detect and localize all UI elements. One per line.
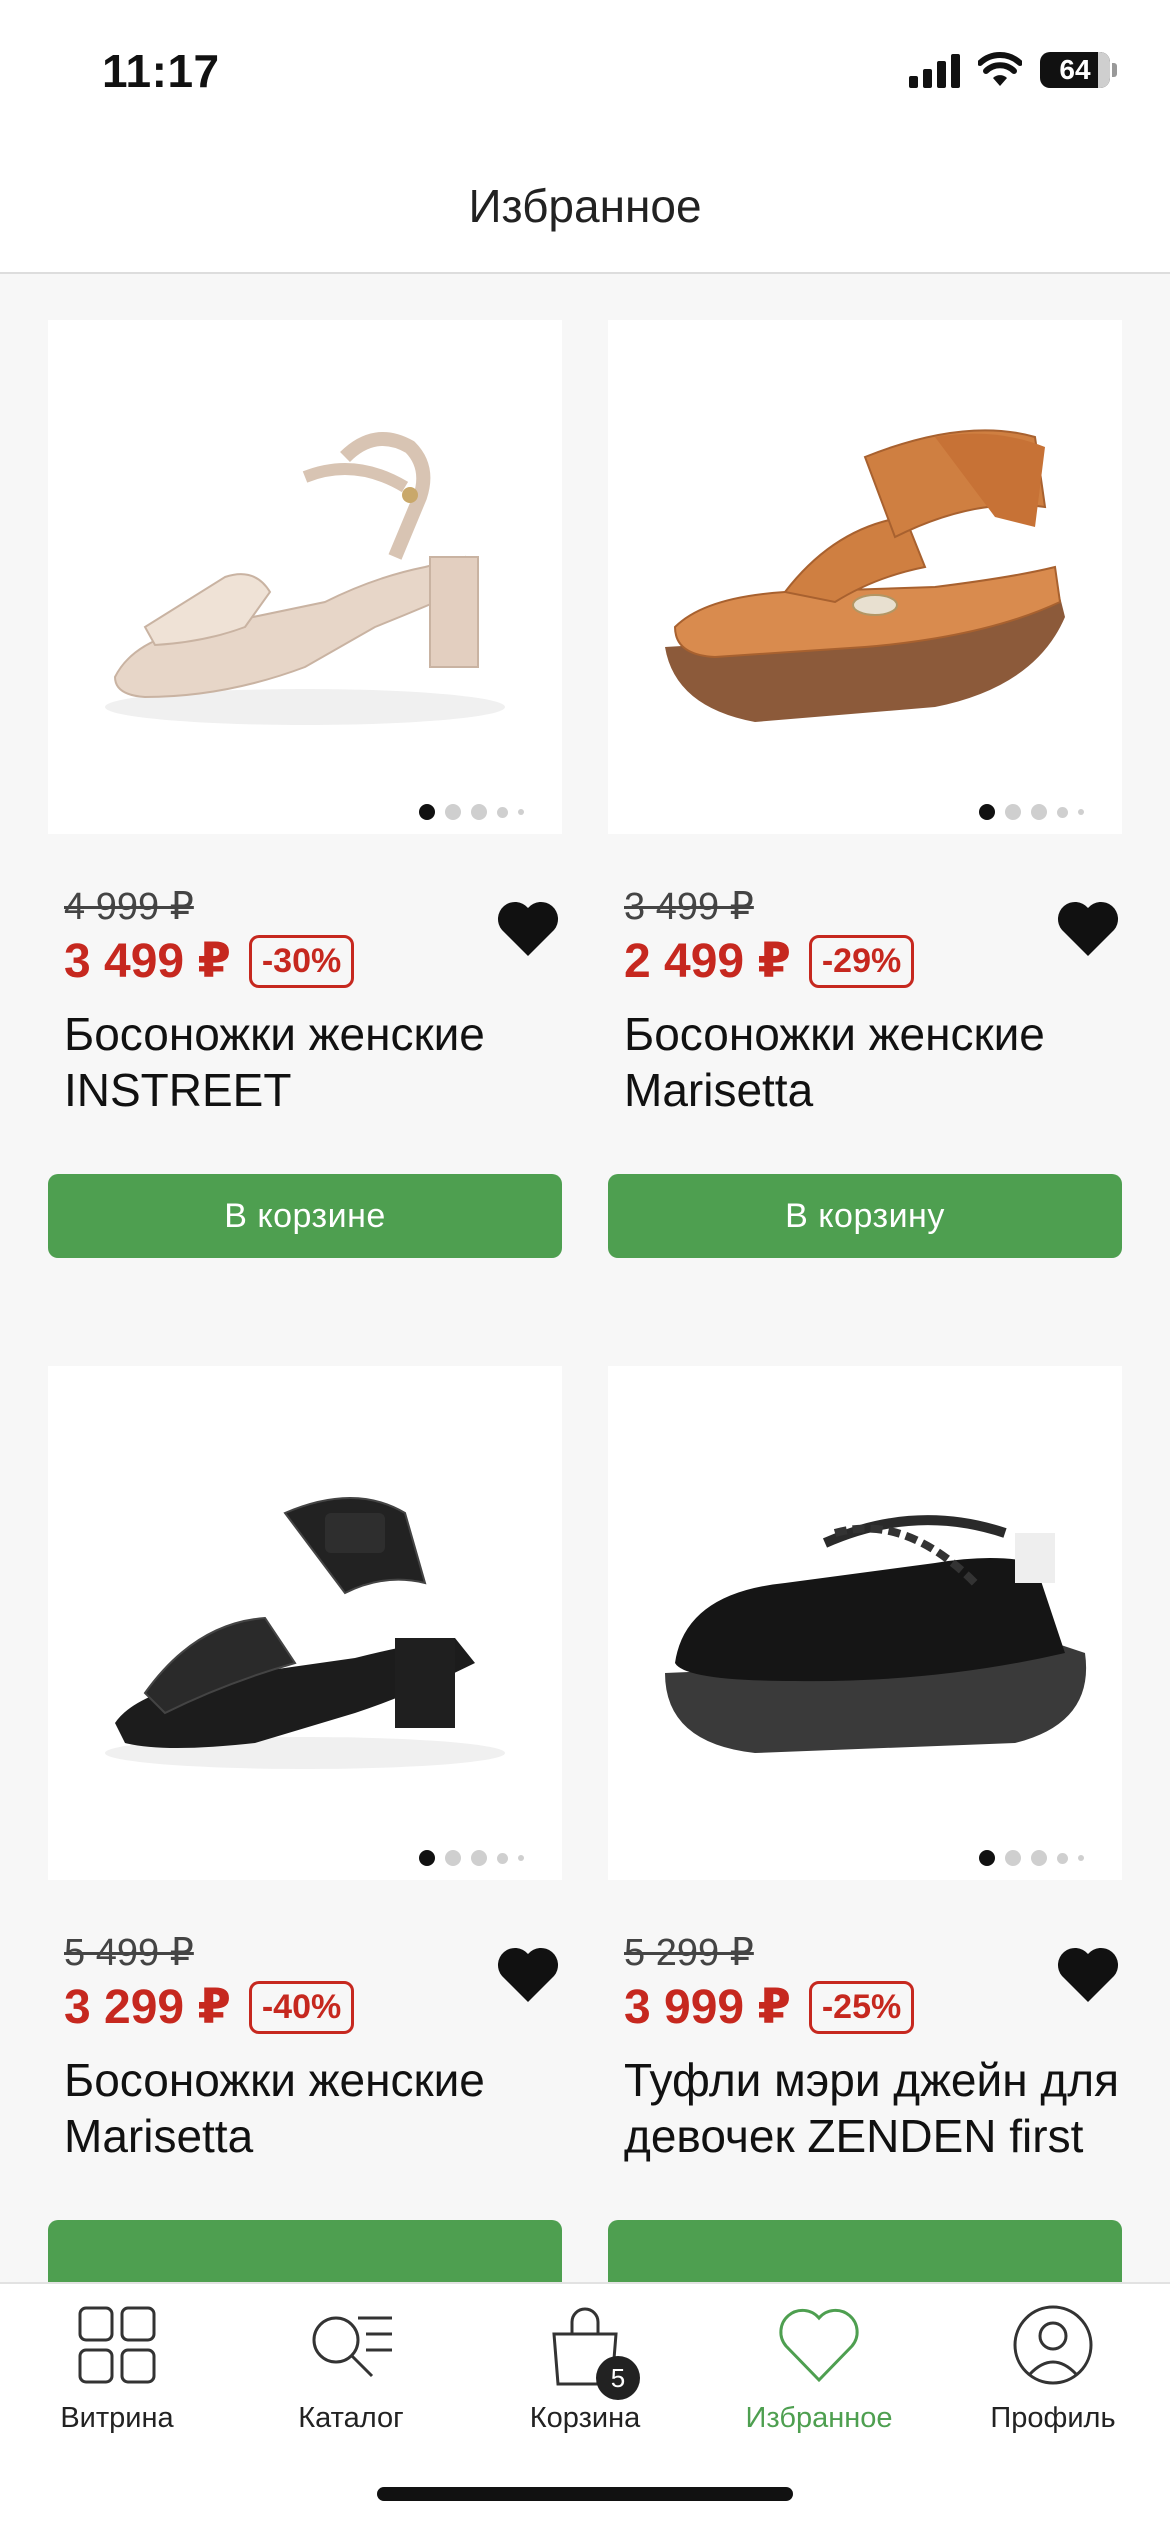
tab-label: Каталог [298, 2402, 404, 2434]
price-block: 4 999 ₽ 3 499 ₽ -30% [48, 884, 562, 994]
add-to-cart-button[interactable]: В корзине [48, 1174, 562, 1258]
battery-level: 64 [1059, 54, 1091, 85]
product-title[interactable]: Туфли мэри джейн для девочек ZENDEN firs… [608, 2052, 1122, 2220]
old-price: 5 499 ₽ [64, 1932, 194, 1974]
image-carousel-dots [979, 804, 1084, 820]
discount-badge: -30% [248, 934, 355, 988]
beige-heeled-sandal-image [105, 432, 505, 725]
product-image[interactable] [608, 320, 1122, 834]
heart-filled-icon[interactable] [494, 898, 562, 960]
tab-label: Избранное [745, 2402, 893, 2434]
page-header: Избранное [0, 140, 1170, 274]
add-to-cart-button[interactable]: В корзину [608, 1174, 1122, 1258]
black-heeled-sandal-image [105, 1497, 505, 1769]
tab-label: Витрина [60, 2402, 174, 2434]
tab-favorites[interactable]: Избранное [702, 2300, 936, 2435]
cart-count-badge: 5 [596, 2356, 640, 2400]
tab-showcase[interactable]: Витрина [0, 2300, 234, 2435]
profile-icon [1013, 2305, 1093, 2385]
discount-badge: -40% [248, 1980, 355, 2034]
status-icons: 64 [909, 52, 1117, 88]
new-price: 3 299 ₽ [64, 1981, 231, 2034]
status-bar: 11:17 64 [0, 0, 1170, 140]
new-price: 3 499 ₽ [64, 935, 231, 988]
tab-catalog[interactable]: Каталог [234, 2300, 468, 2435]
product-image[interactable] [48, 320, 562, 834]
heart-filled-icon[interactable] [494, 1944, 562, 2006]
heart-filled-icon[interactable] [1054, 898, 1122, 960]
discount-badge: -25% [808, 1980, 915, 2034]
image-carousel-dots [979, 1850, 1084, 1866]
product-title[interactable]: Босоножки женские Marisetta [608, 1006, 1122, 1174]
old-price: 4 999 ₽ [64, 886, 194, 928]
tab-label: Корзина [529, 2402, 641, 2434]
discount-badge: -29% [808, 934, 915, 988]
favorites-grid: 4 999 ₽ 3 499 ₽ -30% Босоножки женские I… [0, 274, 1170, 2284]
add-to-cart-button[interactable] [608, 2220, 1122, 2284]
product-title[interactable]: Босоножки женские Marisetta [48, 2052, 562, 2220]
battery-icon: 64 [1040, 52, 1117, 88]
image-carousel-dots [419, 1850, 524, 1866]
new-price: 3 999 ₽ [624, 1981, 791, 2034]
cellular-signal-icon [909, 52, 960, 88]
status-time: 11:17 [102, 45, 220, 97]
add-to-cart-button[interactable] [48, 2220, 562, 2284]
tan-wedge-sandal-image [665, 429, 1065, 722]
product-card[interactable]: 5 299 ₽ 3 999 ₽ -25% Туфли мэри джейн дл… [608, 1366, 1122, 2284]
product-image[interactable] [608, 1366, 1122, 1880]
price-block: 5 499 ₽ 3 299 ₽ -40% [48, 1930, 562, 2040]
wifi-icon [978, 52, 1022, 86]
image-carousel-dots [419, 804, 524, 820]
price-block: 5 299 ₽ 3 999 ₽ -25% [608, 1930, 1122, 2040]
product-image[interactable] [48, 1366, 562, 1880]
grid-icon [78, 2306, 156, 2384]
tab-cart[interactable]: 5 Корзина [468, 2300, 702, 2435]
product-title[interactable]: Босоножки женские INSTREET [48, 1006, 562, 1174]
old-price: 5 299 ₽ [624, 1932, 754, 1974]
heart-outline-icon [779, 2308, 859, 2383]
new-price: 2 499 ₽ [624, 935, 791, 988]
price-block: 3 499 ₽ 2 499 ₽ -29% [608, 884, 1122, 994]
product-card[interactable]: 3 499 ₽ 2 499 ₽ -29% Босоножки женские M… [608, 320, 1122, 1258]
product-card[interactable]: 5 499 ₽ 3 299 ₽ -40% Босоножки женские M… [48, 1366, 562, 2284]
black-mary-jane-shoe-image [665, 1515, 1087, 1753]
old-price: 3 499 ₽ [624, 886, 754, 928]
search-list-icon [312, 2316, 392, 2378]
product-card[interactable]: 4 999 ₽ 3 499 ₽ -30% Босоножки женские I… [48, 320, 562, 1258]
page-title: Избранное [468, 180, 702, 232]
home-indicator [377, 2487, 793, 2501]
tab-profile[interactable]: Профиль [936, 2300, 1170, 2435]
heart-filled-icon[interactable] [1054, 1944, 1122, 2006]
tab-label: Профиль [990, 2402, 1116, 2434]
